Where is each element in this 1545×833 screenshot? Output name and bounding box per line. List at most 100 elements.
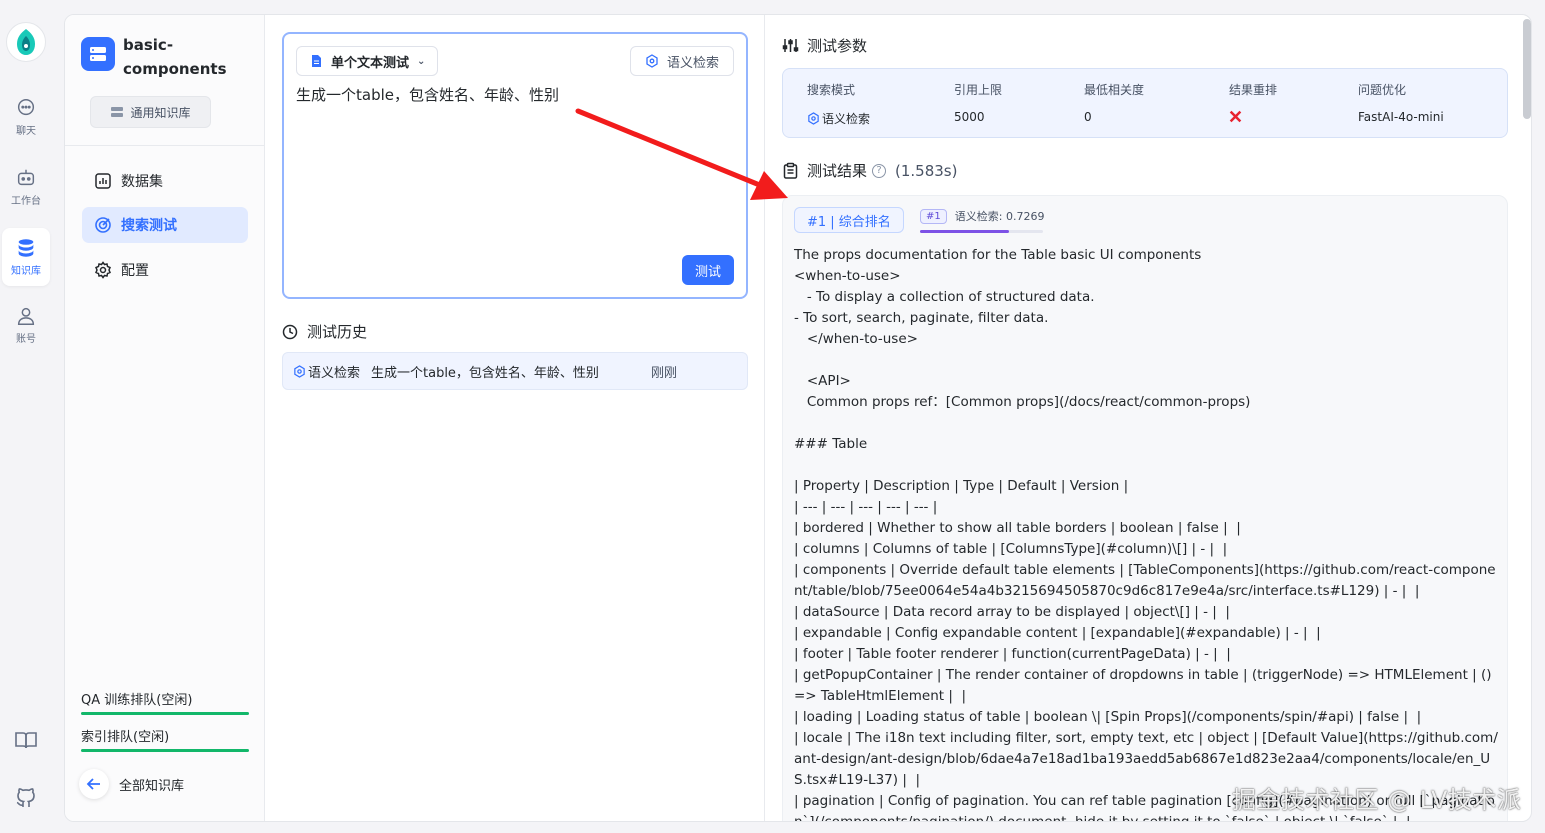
rail-item-chat[interactable]: 聊天: [2, 88, 50, 146]
param-value: 0: [1084, 110, 1092, 124]
test-mode-select[interactable]: 单个文本测试 ⌄: [296, 46, 439, 76]
param-value: FastAI-4o-mini: [1358, 110, 1444, 124]
param-min-similarity: 最低相关度 0: [1084, 81, 1144, 124]
semantic-search-icon: [294, 364, 305, 378]
result-content: The props documentation for the Table ba…: [794, 247, 1498, 822]
qa-queue-bar: [81, 712, 249, 715]
results-duration: (1.583s): [895, 161, 958, 180]
gear-icon: [95, 261, 111, 279]
logo-icon: [17, 29, 35, 55]
score-fill: [920, 230, 1010, 233]
sliders-icon: [782, 39, 799, 52]
qa-queue-status: QA 训练排队(空闲): [81, 689, 249, 715]
semantic-search-icon: [646, 54, 658, 68]
params-box: 搜索模式 语义检索 引用上限 5000 最低相关度 0 结果重排 问题优化 Fa…: [782, 68, 1508, 138]
param-search-mode: 搜索模式 语义检索: [807, 81, 870, 127]
params-title-label: 测试参数: [807, 37, 868, 55]
query-text[interactable]: 生成一个table，包含姓名、年龄、性别: [296, 84, 559, 105]
nav-label-search-test: 搜索测试: [121, 218, 177, 234]
kb-type-icon: [111, 107, 124, 117]
param-query-optimize: 问题优化 FastAI-4o-mini: [1358, 81, 1444, 124]
param-rerank: 结果重排: [1229, 81, 1277, 123]
score-track: [920, 230, 1043, 233]
semantic-search-icon: [808, 112, 819, 125]
app-logo[interactable]: [6, 22, 46, 62]
app-rail: 聊天 工作台 知识库 账号: [0, 0, 52, 833]
chevron-down-icon: ⌄: [417, 55, 426, 67]
github-icon[interactable]: [14, 786, 38, 810]
param-label: 结果重排: [1229, 83, 1278, 97]
book-icon[interactable]: [14, 728, 38, 752]
dataset-icon: [95, 173, 111, 189]
score-row: #1 语义检索: 0.7269: [920, 208, 1044, 224]
index-queue-bar: [81, 749, 249, 752]
param-limit: 引用上限 5000: [954, 81, 1002, 124]
history-time: 刚刚: [651, 365, 678, 381]
test-mode-label: 单个文本测试: [331, 55, 410, 71]
search-mode-label: 语义检索: [666, 55, 719, 71]
qa-queue-label: QA 训练排队(空闲): [81, 693, 193, 708]
param-value: 语义检索: [807, 110, 870, 127]
rail-item-workbench[interactable]: 工作台: [2, 158, 50, 216]
nav-label-dataset: 数据集: [121, 174, 163, 190]
back-button[interactable]: [79, 769, 109, 799]
param-value-text: 语义检索: [822, 112, 871, 126]
rail-label-chat: 聊天: [16, 126, 36, 137]
history-row[interactable]: 语义检索 生成一个table，包含姓名、年龄、性别 刚刚: [282, 352, 748, 390]
score-label: 语义检索: 0.7269: [954, 210, 1045, 223]
rail-label-account: 账号: [16, 334, 36, 345]
param-value: 5000: [954, 110, 985, 124]
score-block: #1 语义检索: 0.7269: [920, 208, 1044, 233]
clipboard-icon: [783, 162, 798, 179]
test-button[interactable]: 测试: [682, 255, 734, 285]
back-to-all-kb[interactable]: 全部知识库: [79, 769, 184, 799]
result-card[interactable]: #1 | 综合排名 #1 语义检索: 0.7269 The props docu…: [782, 195, 1508, 822]
nav-item-dataset[interactable]: 数据集: [82, 163, 248, 199]
robot-icon: [17, 169, 35, 186]
query-input-box[interactable]: 单个文本测试 ⌄ 语义检索 生成一个table，包含姓名、年龄、性别 测试: [282, 32, 748, 299]
cross-icon: [1229, 110, 1242, 123]
kb-name: basic-components: [123, 36, 227, 78]
params-title: 测试参数: [782, 35, 867, 56]
rail-label-workbench: 工作台: [11, 196, 41, 207]
clock-icon: [282, 324, 298, 339]
chat-icon: [17, 99, 35, 116]
score-badge: #1: [920, 208, 947, 224]
kb-icon: [81, 37, 115, 71]
back-label: 全部知识库: [119, 778, 185, 794]
param-label: 搜索模式: [807, 83, 856, 97]
history-mode: 语义检索: [293, 362, 371, 381]
index-queue-label: 索引排队(空闲): [81, 730, 170, 745]
rail-label-knowledge: 知识库: [11, 266, 41, 277]
database-icon: [18, 239, 34, 257]
nav-item-search-test[interactable]: 搜索测试: [82, 207, 248, 243]
history-title-label: 测试历史: [307, 323, 368, 341]
help-icon[interactable]: ?: [872, 163, 887, 178]
param-label: 问题优化: [1358, 83, 1407, 97]
results-panel: 测试参数 搜索模式 语义检索 引用上限 5000 最低相关度 0 结果重排 问题…: [765, 15, 1531, 822]
user-icon: [17, 307, 35, 325]
rail-item-knowledge[interactable]: 知识库: [2, 228, 50, 286]
kb-sidebar: basic-components 通用知识库 数据集 搜索测试 配置 QA 训练…: [65, 15, 265, 821]
main-card: basic-components 通用知识库 数据集 搜索测试 配置 QA 训练…: [64, 14, 1532, 822]
history-title: 测试历史: [282, 321, 367, 342]
rail-item-account[interactable]: 账号: [2, 296, 50, 354]
scrollbar[interactable]: [1523, 19, 1531, 119]
search-mode-button[interactable]: 语义检索: [629, 46, 734, 76]
nav-item-config[interactable]: 配置: [82, 252, 248, 288]
rank-tag: #1 | 综合排名: [794, 207, 904, 233]
arrow-left-icon: [86, 778, 100, 790]
kb-type-label: 通用知识库: [130, 105, 191, 120]
results-title-label: 测试结果: [807, 162, 868, 180]
index-queue-status: 索引排队(空闲): [81, 726, 249, 752]
param-label: 引用上限: [954, 83, 1003, 97]
history-mode-label: 语义检索: [308, 365, 361, 381]
kb-type-badge: 通用知识库: [90, 96, 211, 128]
watermark: 掘金技术社区 @ LV技术派: [1232, 786, 1522, 814]
sidebar-divider: [65, 145, 265, 146]
server-icon: [90, 47, 106, 61]
document-icon: [312, 55, 321, 67]
nav-label-config: 配置: [121, 263, 149, 279]
results-title: 测试结果 ? (1.583s): [782, 160, 957, 181]
kb-header: basic-components: [81, 33, 243, 81]
